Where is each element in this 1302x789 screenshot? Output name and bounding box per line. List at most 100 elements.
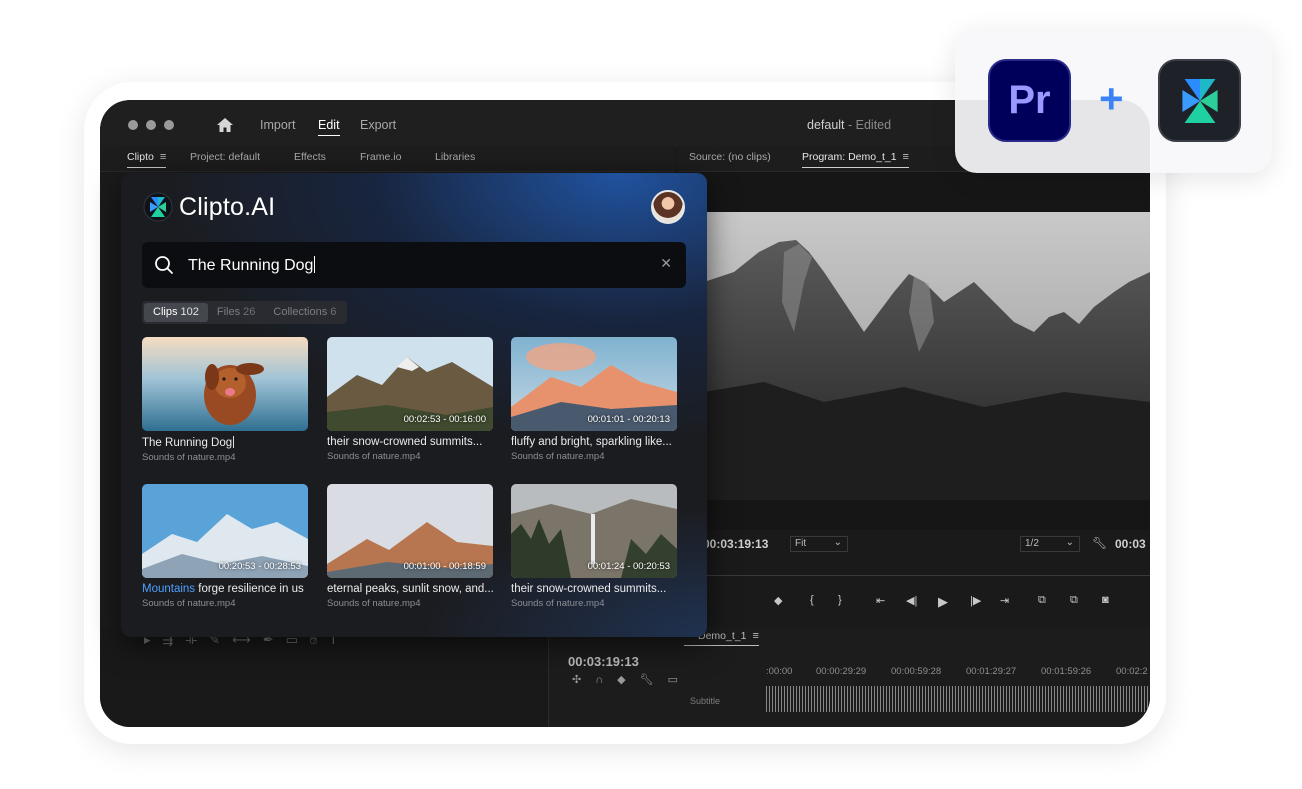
mark-in-icon[interactable]: {	[810, 594, 814, 606]
camera-icon[interactable]: ◙	[1102, 594, 1109, 606]
monitor-ruler[interactable]	[704, 566, 1150, 576]
maximize-window-button[interactable]	[164, 120, 174, 130]
timeline-tick: 00:00:29:29	[816, 666, 867, 677]
tab-files[interactable]: Files 26	[208, 303, 265, 322]
clip-thumbnail[interactable]	[142, 337, 308, 431]
clip-filename: Sounds of nature.mp4	[511, 451, 605, 462]
zoom-fit-select[interactable]: Fit ⌄	[790, 536, 848, 552]
clipto-logo-icon	[1181, 78, 1218, 123]
close-icon[interactable]: ✕	[660, 255, 672, 272]
plus-icon: +	[1099, 75, 1124, 122]
document-title: default - Edited	[807, 118, 891, 132]
left-panel-tabs: Clipto ≡ Project: default Effects Frame.i…	[100, 146, 675, 172]
clipto-app-icon	[1158, 59, 1241, 142]
clip-duration: 00:02:53 - 00:16:00	[403, 414, 486, 425]
link-icon[interactable]: ∩	[595, 674, 617, 686]
go-to-out-icon[interactable]: ⇥	[1000, 594, 1009, 607]
play-icon[interactable]: ▶	[938, 594, 948, 610]
clip-card[interactable]: 00:02:53 - 00:16:00 their snow-crowned s…	[327, 337, 493, 462]
timeline-timecode[interactable]: 00:03:19:13	[568, 654, 639, 669]
search-icon	[155, 256, 173, 274]
clip-thumbnail[interactable]: 00:01:00 - 00:18:59	[327, 484, 493, 578]
clip-duration: 00:01:01 - 00:20:13	[587, 414, 670, 425]
clip-thumbnail[interactable]: 00:01:24 - 00:20:53	[511, 484, 677, 578]
chevron-down-icon: ⌄	[1065, 537, 1074, 548]
program-monitor-frame	[704, 212, 1150, 500]
clip-filename: Sounds of nature.mp4	[142, 598, 236, 609]
minimize-window-button[interactable]	[146, 120, 156, 130]
clip-title: fluffy and bright, sparkling like...	[511, 436, 672, 448]
clip-thumbnail[interactable]: 00:02:53 - 00:16:00	[327, 337, 493, 431]
tab-frameio[interactable]: Frame.io	[360, 151, 401, 163]
tab-clips[interactable]: Clips 102	[144, 303, 208, 322]
clip-title: The Running Dog	[142, 436, 235, 449]
clip-filename: Sounds of nature.mp4	[327, 598, 421, 609]
settings-wrench-icon[interactable]: 🔧︎	[640, 674, 668, 686]
menu-import[interactable]: Import	[260, 118, 295, 132]
highlighted-term: Mountains	[142, 583, 196, 595]
document-name: default	[807, 118, 845, 132]
menu-export[interactable]: Export	[360, 118, 396, 132]
search-bar[interactable]: The Running Dog ✕	[142, 242, 686, 288]
close-window-button[interactable]	[128, 120, 138, 130]
home-icon[interactable]	[216, 116, 234, 134]
clip-card[interactable]: The Running Dog Sounds of nature.mp4	[142, 337, 308, 463]
step-forward-icon[interactable]: |▶	[970, 594, 981, 607]
marker-icon[interactable]: ◆	[774, 594, 782, 607]
clip-title: their snow-crowned summits...	[511, 583, 667, 595]
clip-card[interactable]: 00:01:01 - 00:20:13 fluffy and bright, s…	[511, 337, 677, 462]
go-to-in-icon[interactable]: ⇤	[876, 594, 885, 607]
mountain-frame-image	[704, 240, 1150, 500]
timeline-tick: 00:00:59:28	[891, 666, 942, 677]
clip-duration: 00:20:53 - 00:28:53	[218, 561, 301, 572]
menu-edit[interactable]: Edit	[318, 118, 340, 136]
clip-title: eternal peaks, sunlit snow, and...	[327, 583, 493, 595]
subtitle-track-label: Subtitle	[690, 696, 721, 706]
clip-thumbnail[interactable]: 00:20:53 - 00:28:53	[142, 484, 308, 578]
duration-timecode: 00:03	[1115, 537, 1146, 551]
timeline-tick: 00:02:2	[1116, 666, 1148, 677]
clip-thumbnail[interactable]: 00:01:01 - 00:20:13	[511, 337, 677, 431]
resolution-select[interactable]: 1/2 ⌄	[1020, 536, 1080, 552]
clip-filename: Sounds of nature.mp4	[511, 598, 605, 609]
marker-add-icon[interactable]: ◆	[617, 674, 639, 686]
brand-name: Clipto.AI	[179, 192, 276, 221]
audio-waveform[interactable]	[766, 686, 1150, 712]
stage: Import Edit Export default - Edited Clip…	[0, 0, 1302, 789]
tab-libraries[interactable]: Libraries	[435, 151, 475, 163]
chevron-down-icon: ⌄	[833, 537, 842, 548]
panel-menu-icon[interactable]: ≡	[752, 630, 758, 642]
mark-out-icon[interactable]: }	[838, 594, 842, 606]
clip-card[interactable]: 00:01:00 - 00:18:59 eternal peaks, sunli…	[327, 484, 493, 609]
captions-icon[interactable]: ▭	[668, 674, 692, 686]
clip-filename: Sounds of nature.mp4	[327, 451, 421, 462]
user-avatar[interactable]	[651, 190, 685, 224]
panel-menu-icon[interactable]: ≡	[160, 151, 166, 163]
tab-sequence[interactable]: Demo_t_1 ≡	[684, 630, 759, 646]
snap-icon[interactable]: ✣	[572, 674, 595, 686]
search-input[interactable]: The Running Dog	[188, 256, 316, 275]
timeline-tools: ✣∩◆🔧︎▭	[572, 673, 692, 686]
tab-source[interactable]: Source: (no clips)	[689, 151, 771, 163]
insert-icon[interactable]: ⧉	[1038, 594, 1046, 607]
tab-program[interactable]: Program: Demo_t_1 ≡	[802, 151, 909, 168]
tab-project[interactable]: Project: default	[190, 151, 260, 163]
clip-card[interactable]: 00:01:24 - 00:20:53 their snow-crowned s…	[511, 484, 677, 609]
tab-effects[interactable]: Effects	[294, 151, 326, 163]
panel-menu-icon[interactable]: ≡	[903, 151, 909, 163]
clip-filename: Sounds of nature.mp4	[142, 452, 236, 463]
clipto-logo-icon	[143, 192, 173, 222]
timeline-tick: :00:00	[766, 666, 793, 677]
wrench-icon[interactable]: 🔧︎	[1092, 536, 1107, 550]
overwrite-icon[interactable]: ⧉	[1070, 594, 1078, 607]
step-back-icon[interactable]: ◀|	[906, 594, 917, 607]
tab-collections[interactable]: Collections 6	[264, 303, 345, 322]
timeline-tick: 00:01:59:26	[1041, 666, 1092, 677]
clip-title: their snow-crowned summits...	[327, 436, 483, 448]
clip-duration: 00:01:00 - 00:18:59	[403, 561, 486, 572]
clip-card[interactable]: 00:20:53 - 00:28:53 Mountains forge resi…	[142, 484, 308, 609]
clip-title: Mountains forge resilience in us	[142, 583, 304, 595]
clipto-panel: Clipto.AI The Running Dog ✕ Clips 102 Fi…	[121, 173, 707, 637]
tab-clipto[interactable]: Clipto ≡	[127, 151, 167, 168]
program-timecode[interactable]: 00:03:19:13	[703, 537, 768, 551]
